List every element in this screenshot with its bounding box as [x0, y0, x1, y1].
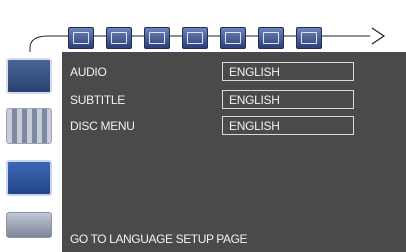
- disc-menu-label: DISC MENU: [70, 119, 135, 133]
- setup-sidebar: [0, 52, 62, 252]
- audio-setting-row[interactable]: AUDIO ENGLISH: [62, 62, 406, 82]
- subtitle-setting-row[interactable]: SUBTITLE ENGLISH: [62, 90, 406, 110]
- disc-menu-language-field[interactable]: ENGLISH: [222, 116, 354, 135]
- password-icon[interactable]: [258, 27, 284, 49]
- dvd-setup-screen: AUDIO ENGLISH SUBTITLE ENGLISH DISC MENU…: [0, 0, 406, 252]
- video-setup-icon[interactable]: [182, 27, 208, 49]
- status-hint: GO TO LANGUAGE SETUP PAGE: [70, 232, 248, 246]
- language-icon[interactable]: [6, 108, 52, 144]
- exit-setup-icon[interactable]: [296, 27, 322, 49]
- audio-setup-icon[interactable]: [144, 27, 170, 49]
- subtitle-language-field[interactable]: ENGLISH: [222, 90, 354, 109]
- misc-setup-icon[interactable]: [6, 212, 52, 238]
- speaker-setup-icon[interactable]: [106, 27, 132, 49]
- preference-icon[interactable]: [220, 27, 246, 49]
- video-output-icon[interactable]: [6, 160, 52, 196]
- subtitle-label: SUBTITLE: [70, 93, 125, 107]
- disc-menu-setting-row[interactable]: DISC MENU ENGLISH: [62, 116, 406, 136]
- audio-label: AUDIO: [70, 65, 107, 79]
- top-setup-menu-bar: [0, 0, 406, 52]
- audio-language-field[interactable]: ENGLISH: [222, 62, 354, 81]
- general-setup-icon[interactable]: [68, 27, 94, 49]
- language-setup-panel: AUDIO ENGLISH SUBTITLE ENGLISH DISC MENU…: [62, 52, 406, 252]
- tv-display-icon[interactable]: [6, 58, 52, 94]
